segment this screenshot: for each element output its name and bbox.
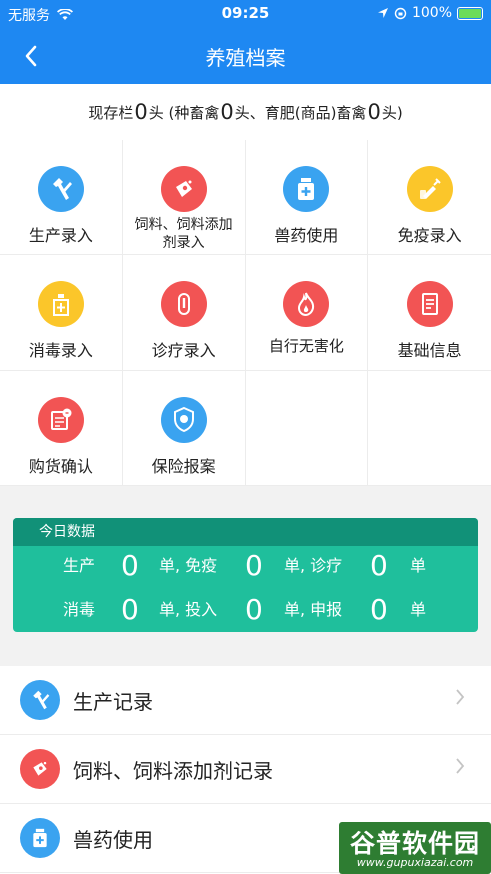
status-bar: 无服务 09:25 100% — [0, 0, 491, 28]
today-data-row-2: 消毒 0 单, 投入 0 单, 申报 0 单 — [13, 590, 478, 630]
grid-item-basic-info[interactable]: 基础信息 — [368, 255, 491, 371]
grid-item-vet-medicine[interactable]: 兽药使用 — [245, 140, 369, 256]
medicine-bottle-icon — [283, 166, 330, 212]
flame-icon — [283, 281, 330, 328]
status-right: 100% — [377, 5, 483, 21]
hammer-icon — [37, 166, 84, 212]
today-data-card: 今日数据 生产 0 单, 免疫 0 单, 诊疗 0 单 消毒 0 单, 投入 0… — [13, 518, 478, 632]
grid-item-production-entry[interactable]: 生产录入 — [0, 140, 123, 256]
immunization-count: 0 — [245, 549, 263, 582]
disinfection-count: 0 — [121, 593, 139, 626]
diagnosis-count: 0 — [370, 549, 388, 582]
stock-summary: 现存栏 0 头 (种畜禽 0 头、育肥(商品)畜禽 0 头) — [0, 84, 491, 140]
medicine-bottle-icon — [20, 818, 60, 858]
function-grid: 生产录入 饲料、饲料添加剂录入 兽药使用 免疫录入 消毒录入 诊疗录入 自行无害… — [0, 140, 491, 486]
thermometer-icon — [160, 281, 207, 328]
location-arrow-icon — [377, 8, 388, 18]
syringe-icon — [406, 166, 453, 212]
purchase-receipt-icon — [37, 396, 84, 443]
orientation-lock-icon — [394, 7, 407, 19]
grid-item-disinfection[interactable]: 消毒录入 — [0, 255, 123, 371]
production-count: 0 — [121, 549, 139, 582]
disinfect-spray-icon — [37, 281, 84, 328]
feed-bag-icon — [160, 166, 207, 212]
hammer-icon — [20, 680, 60, 720]
grid-item-feed-entry[interactable]: 饲料、饲料添加剂录入 — [122, 140, 246, 256]
stock-total: 0 — [134, 100, 148, 124]
feed-bag-icon — [20, 749, 60, 789]
insurance-shield-icon — [160, 396, 207, 443]
today-data-title: 今日数据 — [13, 518, 478, 546]
stock-breeding: 0 — [220, 100, 234, 124]
chevron-right-icon — [456, 689, 465, 705]
chevron-right-icon — [456, 758, 465, 774]
grid-item-insurance-claim[interactable]: 保险报案 — [122, 370, 246, 486]
site-watermark: 谷普软件园 www.gupuxiazai.com — [339, 822, 491, 874]
grid-item-diagnosis[interactable]: 诊疗录入 — [122, 255, 246, 371]
grid-item-purchase-confirm[interactable]: 购货确认 — [0, 370, 123, 486]
document-icon — [406, 281, 453, 328]
grid-empty-cell — [245, 370, 369, 486]
grid-item-harmless-disposal[interactable]: 自行无害化 — [245, 255, 369, 371]
list-item-feed-records[interactable]: 饲料、饲料添加剂记录 — [0, 735, 491, 804]
nav-bar: 养殖档案 — [0, 28, 491, 84]
list-item-production-records[interactable]: 生产记录 — [0, 666, 491, 735]
grid-item-immunization[interactable]: 免疫录入 — [368, 140, 491, 256]
grid-empty-cell — [368, 371, 491, 486]
battery-icon — [457, 6, 483, 20]
stock-fattening: 0 — [367, 100, 381, 124]
battery-percent: 100% — [411, 5, 452, 21]
page-title: 养殖档案 — [205, 46, 286, 70]
input-count: 0 — [245, 593, 263, 626]
today-data-row-1: 生产 0 单, 免疫 0 单, 诊疗 0 单 — [13, 546, 478, 586]
declaration-count: 0 — [370, 593, 388, 626]
